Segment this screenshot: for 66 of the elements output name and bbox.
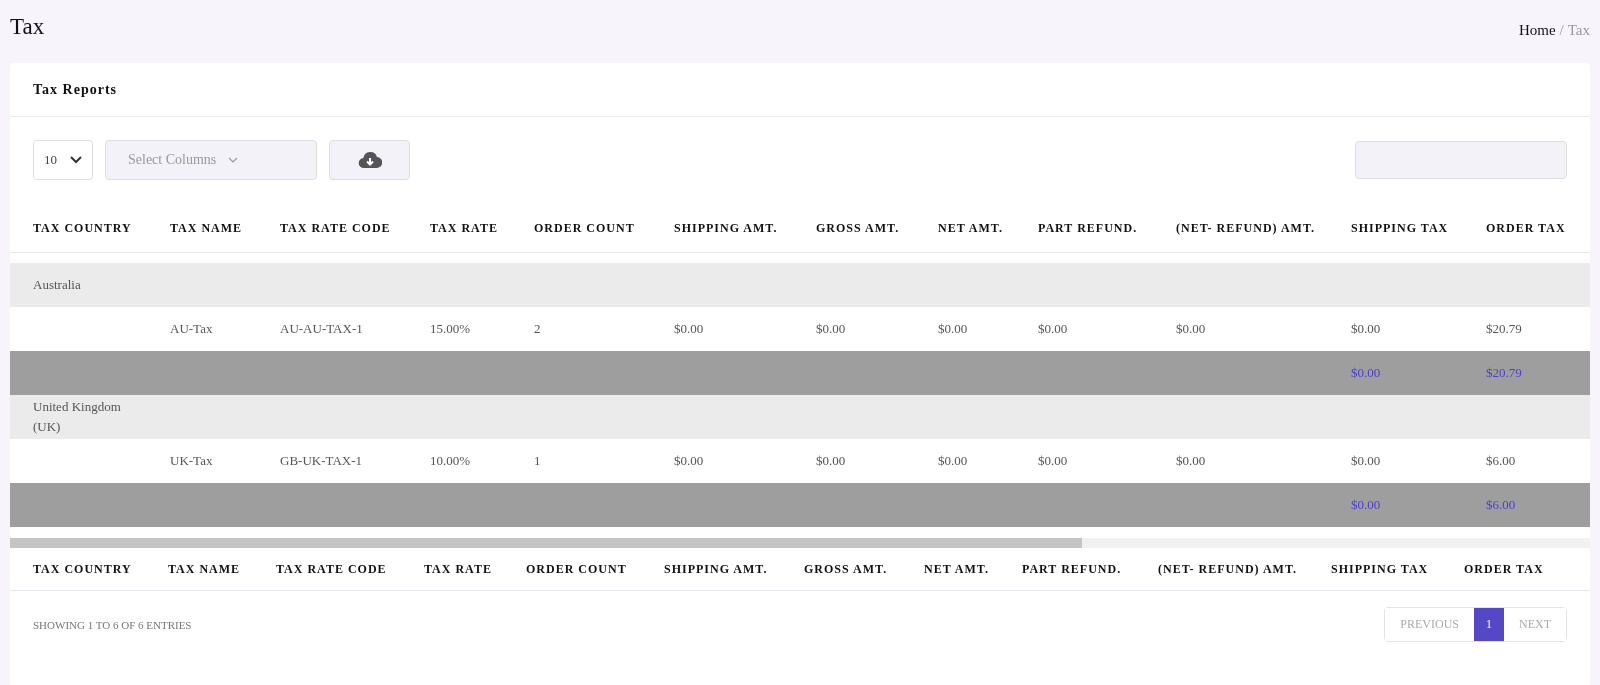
column-header[interactable]: PART REFUND. (1038, 181, 1176, 253)
column-header[interactable]: TAX NAME (170, 181, 280, 253)
download-button[interactable] (329, 140, 410, 180)
table-cell: UK-Tax (170, 453, 213, 468)
table-cell: $0.00 (1176, 453, 1206, 468)
breadcrumb-separator: / (1559, 22, 1564, 39)
column-header[interactable]: NET AMT. (938, 181, 1038, 253)
breadcrumb-item: Tax (1567, 22, 1590, 39)
total-cell: $6.00 (1486, 497, 1516, 512)
entries-info: SHOWING 1 TO 6 OF 6 ENTRIES (33, 618, 192, 631)
page-button[interactable]: 1 (1474, 608, 1504, 641)
table-cell: $0.00 (816, 321, 846, 336)
total-cell: $0.00 (1351, 497, 1381, 512)
column-header[interactable]: TAX RATE (430, 181, 534, 253)
column-footer: (NET- REFUND) AMT. (1158, 548, 1331, 591)
column-header[interactable]: TAX COUNTRY (10, 181, 170, 253)
table-cell: 2 (534, 321, 541, 336)
search-field[interactable] (1355, 141, 1567, 179)
column-footer: SHIPPING TAX (1331, 548, 1464, 591)
chevron-down-icon (70, 156, 82, 164)
column-footer: SHIPPING AMT. (664, 548, 804, 591)
group-label: United Kingdom (UK) (33, 398, 122, 436)
table-cell: $0.00 (938, 453, 968, 468)
cloud-download-icon (357, 151, 382, 169)
page-size-select[interactable]: 10 (33, 140, 93, 180)
group-label: Australia (33, 276, 82, 294)
column-footer: ORDER TAX (1464, 548, 1590, 591)
column-footer: TAX RATE (424, 548, 526, 591)
column-footer: NET AMT. (924, 548, 1022, 591)
table-cell: 1 (534, 453, 541, 468)
total-cell: $20.79 (1486, 365, 1522, 380)
table-cell: $0.00 (938, 321, 968, 336)
page-title: Tax (10, 14, 45, 40)
table-cell: $0.00 (674, 321, 704, 336)
column-footer: TAX COUNTRY (10, 548, 168, 591)
column-header[interactable]: (NET- REFUND) AMT. (1176, 181, 1351, 253)
table-cell: $0.00 (1038, 321, 1068, 336)
column-footer: TAX RATE CODE (276, 548, 424, 591)
table-cell: 15.00% (430, 321, 471, 336)
column-header[interactable]: ORDER TAX (1486, 181, 1590, 253)
card-title: Tax Reports (33, 81, 117, 98)
table-cell: $0.00 (1038, 453, 1068, 468)
breadcrumb-item[interactable]: Home (1518, 22, 1556, 39)
table-cell: $0.00 (1351, 321, 1381, 336)
column-footer: ORDER COUNT (526, 548, 664, 591)
column-footer: PART REFUND. (1022, 548, 1158, 591)
chevron-down-icon (228, 157, 239, 163)
column-header[interactable]: SHIPPING TAX (1351, 181, 1486, 253)
column-header[interactable]: TAX RATE CODE (280, 181, 430, 253)
column-footer: TAX NAME (168, 548, 276, 591)
table-cell: $6.00 (1486, 453, 1516, 468)
table-cell: $0.00 (1176, 321, 1206, 336)
column-footer: GROSS AMT. (804, 548, 924, 591)
total-cell: $0.00 (1351, 365, 1381, 380)
column-header[interactable]: ORDER COUNT (534, 181, 674, 253)
table-cell: $0.00 (1351, 453, 1381, 468)
table-cell: $20.79 (1486, 321, 1522, 336)
horizontal-scrollbar[interactable] (10, 538, 1590, 548)
column-header[interactable]: SHIPPING AMT. (674, 181, 816, 253)
column-header[interactable]: GROSS AMT. (816, 181, 938, 253)
table-cell: $0.00 (674, 453, 704, 468)
table-cell: $0.00 (816, 453, 846, 468)
table-cell: AU-Tax (170, 321, 213, 336)
table-cell: 10.00% (430, 453, 471, 468)
table-cell: AU-AU-TAX-1 (280, 321, 363, 336)
table-cell: GB-UK-TAX-1 (280, 453, 362, 468)
